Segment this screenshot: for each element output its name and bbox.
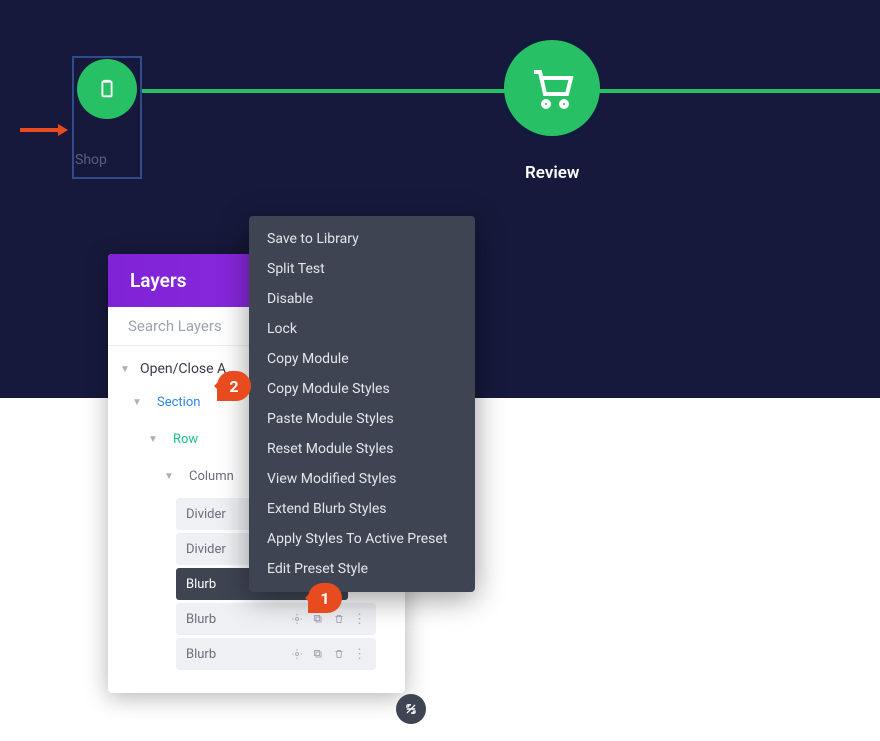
ctx-copy-module[interactable]: Copy Module [249, 344, 475, 374]
ctx-save-library[interactable]: Save to Library [249, 224, 475, 254]
ctx-reset-module-styles[interactable]: Reset Module Styles [249, 434, 475, 464]
more-icon[interactable]: ⋮ [353, 613, 366, 626]
column-label: Column [180, 465, 243, 488]
ctx-copy-module-styles[interactable]: Copy Module Styles [249, 374, 475, 404]
ctx-split-test[interactable]: Split Test [249, 254, 475, 284]
ctx-disable[interactable]: Disable [249, 284, 475, 314]
step-review-label: Review [525, 163, 579, 183]
tree-leaf-blurb[interactable]: Blurb ⋮ [176, 638, 376, 670]
chevron-down-icon: ▼ [120, 364, 130, 375]
ctx-view-modified-styles[interactable]: View Modified Styles [249, 464, 475, 494]
gear-icon[interactable] [290, 648, 303, 661]
callout-2: 2 [217, 371, 251, 401]
open-close-label: Open/Close A [136, 361, 226, 377]
resize-handle[interactable] [396, 694, 426, 724]
resize-icon [404, 702, 418, 716]
tree-leaf-blurb[interactable]: Blurb ⋮ [176, 603, 376, 635]
chevron-down-icon: ▼ [132, 397, 142, 408]
chevron-down-icon: ▼ [148, 434, 158, 445]
step-shop-circle[interactable] [77, 59, 137, 119]
more-icon[interactable]: ⋮ [353, 648, 366, 661]
section-label: Section [148, 391, 209, 414]
arrow-icon [20, 122, 68, 138]
cart-icon [528, 64, 576, 112]
leaf-label: Blurb [186, 612, 290, 627]
ctx-edit-preset-style[interactable]: Edit Preset Style [249, 554, 475, 584]
row-label: Row [164, 428, 207, 451]
ctx-extend-blurb-styles[interactable]: Extend Blurb Styles [249, 494, 475, 524]
gear-icon[interactable] [290, 613, 303, 626]
duplicate-icon[interactable] [311, 613, 324, 626]
trash-icon[interactable] [332, 648, 345, 661]
chevron-down-icon: ▼ [164, 471, 174, 482]
context-menu: Save to Library Split Test Disable Lock … [249, 216, 475, 592]
clipboard-icon [96, 78, 118, 100]
step-shop-label: Shop [75, 152, 107, 168]
callout-1: 1 [308, 583, 342, 613]
trash-icon[interactable] [332, 613, 345, 626]
ctx-lock[interactable]: Lock [249, 314, 475, 344]
duplicate-icon[interactable] [311, 648, 324, 661]
ctx-apply-active-preset[interactable]: Apply Styles To Active Preset [249, 524, 475, 554]
ctx-paste-module-styles[interactable]: Paste Module Styles [249, 404, 475, 434]
step-review-circle[interactable] [504, 40, 600, 136]
leaf-label: Blurb [186, 647, 290, 662]
